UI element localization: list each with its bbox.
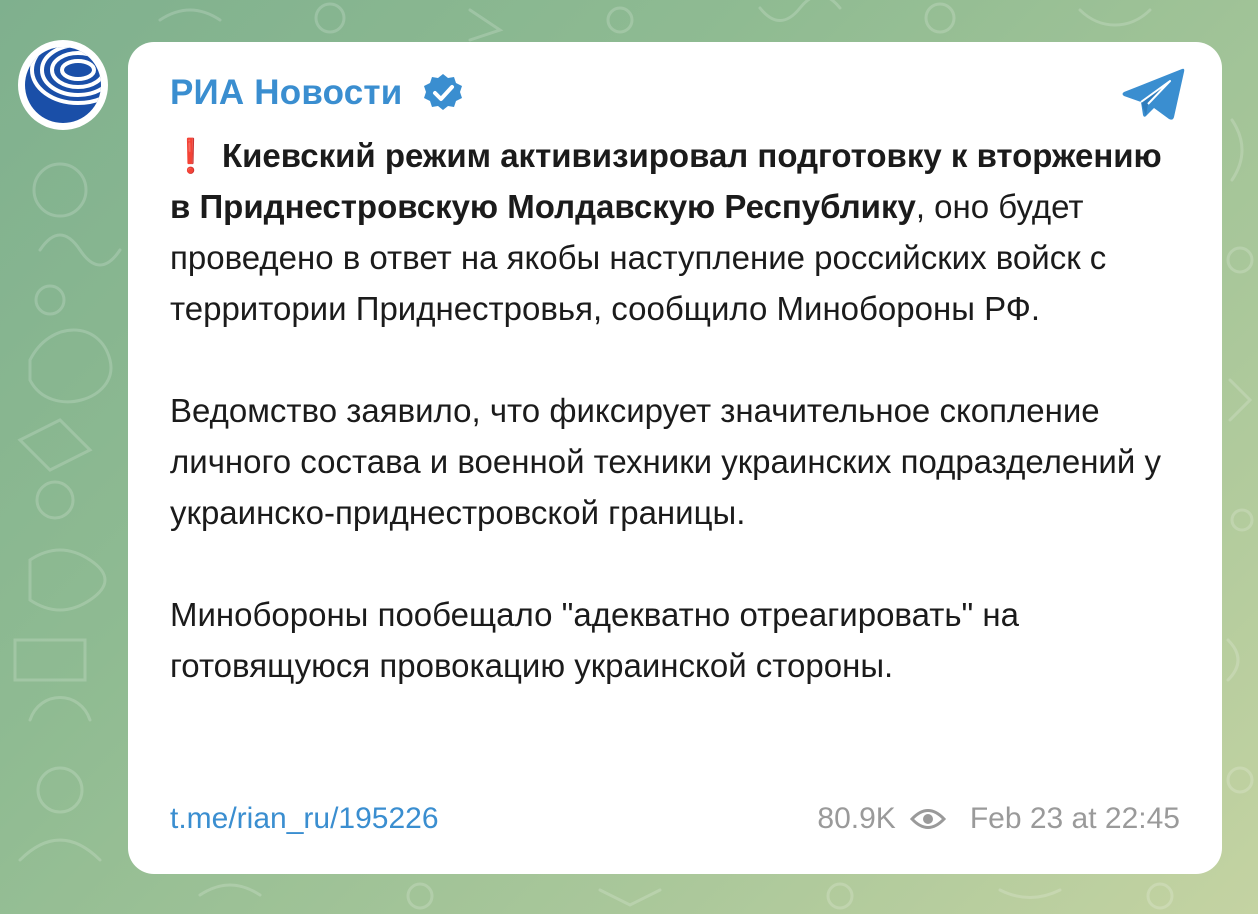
paragraph-second: Ведомство заявило, что фиксирует значите…	[170, 392, 1161, 531]
eye-icon	[909, 809, 946, 829]
message-text: ❗ Киевский режим активизировал подготовку…	[170, 130, 1190, 691]
paragraph-third: Минобороны пообещало "адекватно отреагир…	[170, 596, 1019, 684]
timestamp: Feb 23 at 22:45	[969, 802, 1180, 835]
paragraph-lead: ❗ Киевский режим активизировал подготовку…	[170, 130, 1190, 334]
channel-avatar[interactable]	[18, 40, 108, 130]
message-bubble: РИА Новости ❗ Киевский режим активизирова…	[128, 42, 1222, 874]
verified-badge-icon	[424, 74, 463, 110]
ria-logo	[25, 47, 101, 123]
message-footer: t.me/rian_ru/195226 80.9K Feb 23 at 22:4…	[170, 802, 1180, 836]
view-count: 80.9K	[817, 802, 896, 835]
message-header: РИА Новости	[170, 72, 464, 114]
exclamation-emoji: ❗	[170, 137, 212, 174]
message-meta: 80.9K Feb 23 at 22:45	[817, 802, 1180, 836]
channel-name[interactable]: РИА Новости	[170, 73, 402, 113]
post-link[interactable]: t.me/rian_ru/195226	[170, 802, 439, 836]
telegram-icon[interactable]	[1122, 66, 1186, 122]
